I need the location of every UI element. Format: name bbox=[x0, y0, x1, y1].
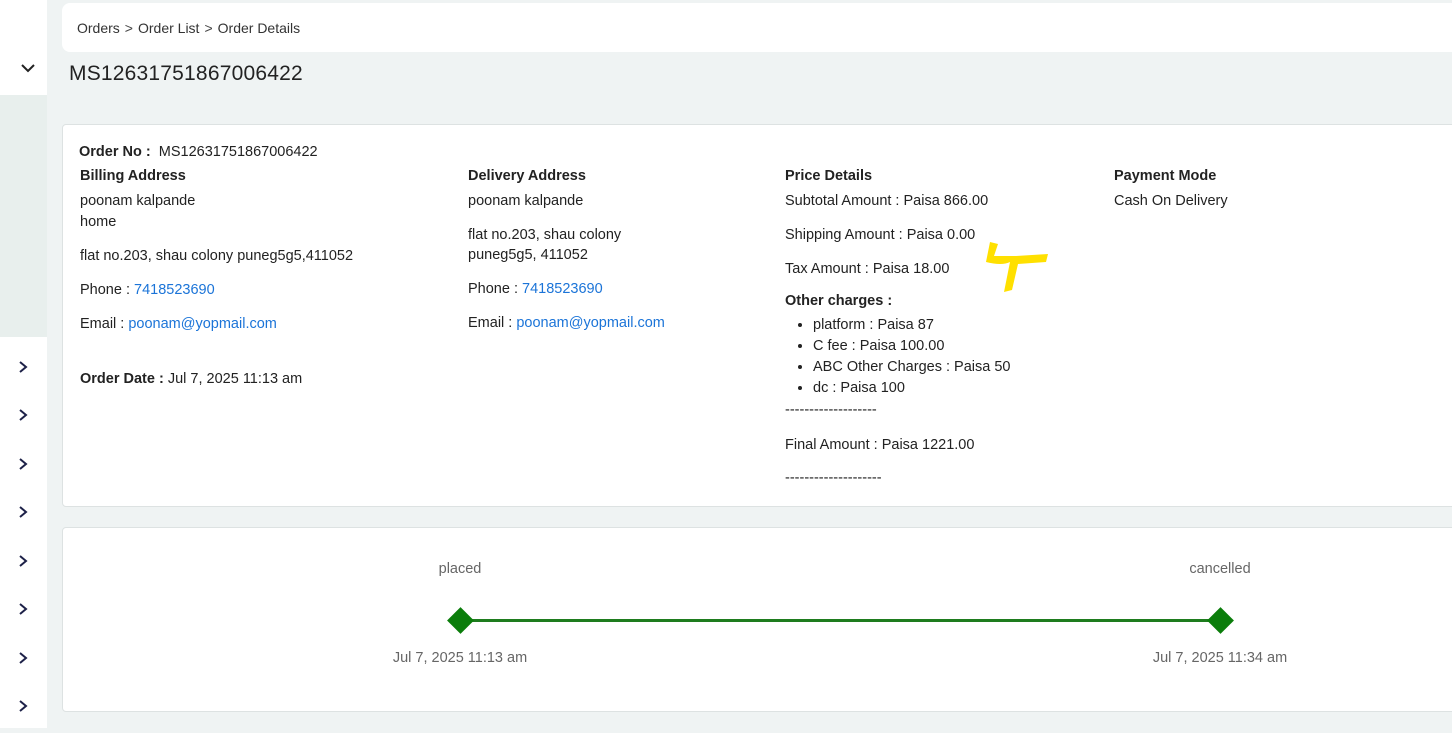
billing-email-row: Email : poonam@yopmail.com bbox=[80, 314, 277, 334]
page-title: MS12631751867006422 bbox=[69, 62, 303, 86]
billing-email-label: Email : bbox=[80, 316, 124, 332]
sidebar-item[interactable] bbox=[0, 588, 47, 637]
sidebar-item[interactable] bbox=[0, 636, 47, 685]
delivery-name: poonam kalpande bbox=[468, 191, 583, 211]
chevron-right-icon bbox=[16, 360, 30, 379]
final-amount: Final Amount : Paisa 1221.00 bbox=[785, 435, 974, 455]
delivery-address-line1: flat no.203, shau colony bbox=[468, 225, 621, 245]
billing-phone-link[interactable]: 7418523690 bbox=[134, 282, 215, 298]
chevron-right-icon bbox=[16, 505, 30, 524]
other-charges-heading: Other charges : bbox=[785, 291, 892, 311]
sidebar bbox=[0, 0, 47, 728]
billing-phone-row: Phone : 7418523690 bbox=[80, 280, 215, 300]
order-no-value: MS12631751867006422 bbox=[159, 144, 318, 160]
order-no-row: Order No : MS12631751867006422 bbox=[79, 142, 318, 162]
list-item: C fee : Paisa 100.00 bbox=[813, 336, 1010, 357]
timeline-line bbox=[460, 619, 1220, 622]
delivery-email-label: Email : bbox=[468, 315, 512, 331]
timeline-status-cancelled: cancelled bbox=[1189, 561, 1250, 577]
sidebar-item[interactable] bbox=[0, 442, 47, 491]
delivery-phone-label: Phone : bbox=[468, 281, 518, 297]
order-date-value: Jul 7, 2025 11:13 am bbox=[168, 371, 302, 387]
price-divider: -------------------- bbox=[785, 468, 882, 488]
breadcrumb-separator: > bbox=[204, 20, 212, 36]
billing-heading: Billing Address bbox=[80, 166, 186, 186]
shipping-amount: Shipping Amount : Paisa 0.00 bbox=[785, 225, 975, 245]
sidebar-item[interactable] bbox=[0, 394, 47, 443]
delivery-email-row: Email : poonam@yopmail.com bbox=[468, 313, 665, 333]
sidebar-item[interactable] bbox=[0, 539, 47, 588]
breadcrumb-orders[interactable]: Orders bbox=[77, 20, 120, 36]
timeline-date-cancelled: Jul 7, 2025 11:34 am bbox=[1153, 650, 1287, 666]
billing-name: poonam kalpande bbox=[80, 191, 195, 211]
timeline-date-placed: Jul 7, 2025 11:13 am bbox=[393, 650, 527, 666]
billing-tag: home bbox=[80, 212, 116, 232]
payment-heading: Payment Mode bbox=[1114, 166, 1216, 186]
tax-amount: Tax Amount : Paisa 18.00 bbox=[785, 259, 949, 279]
chevron-down-icon[interactable] bbox=[18, 58, 38, 78]
sidebar-item[interactable] bbox=[0, 345, 47, 394]
timeline-node-cancelled bbox=[1207, 607, 1234, 634]
chevron-right-icon bbox=[16, 602, 30, 621]
chevron-right-icon bbox=[16, 554, 30, 573]
payment-mode: Cash On Delivery bbox=[1114, 191, 1228, 211]
breadcrumb-order-list[interactable]: Order List bbox=[138, 20, 199, 36]
breadcrumb-order-details: Order Details bbox=[218, 20, 300, 36]
billing-email-link[interactable]: poonam@yopmail.com bbox=[128, 316, 277, 332]
chevron-right-icon bbox=[16, 699, 30, 718]
order-date-label: Order Date : bbox=[80, 371, 164, 387]
annotation-mark bbox=[982, 236, 1052, 298]
breadcrumb-separator: > bbox=[125, 20, 133, 36]
sidebar-item[interactable] bbox=[0, 685, 47, 733]
chevron-right-icon bbox=[16, 457, 30, 476]
delivery-heading: Delivery Address bbox=[468, 166, 586, 186]
delivery-address-line2: puneg5g5, 411052 bbox=[468, 245, 588, 265]
billing-phone-label: Phone : bbox=[80, 282, 130, 298]
price-heading: Price Details bbox=[785, 166, 872, 186]
breadcrumb: Orders > Order List > Order Details bbox=[62, 3, 1452, 52]
chevron-right-icon bbox=[16, 408, 30, 427]
chevron-right-icon bbox=[16, 651, 30, 670]
timeline-node-placed bbox=[447, 607, 474, 634]
timeline-status-placed: placed bbox=[439, 561, 482, 577]
billing-address: flat no.203, shau colony puneg5g5,411052 bbox=[80, 246, 353, 266]
order-timeline-card: placed cancelled Jul 7, 2025 11:13 am Ju… bbox=[62, 527, 1452, 712]
list-item: platform : Paisa 87 bbox=[813, 315, 1010, 336]
delivery-email-link[interactable]: poonam@yopmail.com bbox=[516, 315, 665, 331]
delivery-phone-link[interactable]: 7418523690 bbox=[522, 281, 603, 297]
order-date-row: Order Date : Jul 7, 2025 11:13 am bbox=[80, 369, 302, 389]
list-item: dc : Paisa 100 bbox=[813, 378, 1010, 399]
sidebar-expanded-panel bbox=[0, 95, 47, 337]
delivery-phone-row: Phone : 7418523690 bbox=[468, 279, 603, 299]
list-item: ABC Other Charges : Paisa 50 bbox=[813, 357, 1010, 378]
order-details-card: Order No : MS12631751867006422 Billing A… bbox=[62, 124, 1452, 507]
sidebar-item[interactable] bbox=[0, 491, 47, 540]
order-no-label: Order No : bbox=[79, 144, 151, 160]
subtotal-amount: Subtotal Amount : Paisa 866.00 bbox=[785, 191, 988, 211]
other-charges-list: platform : Paisa 87 C fee : Paisa 100.00… bbox=[785, 315, 1010, 399]
sidebar-nav bbox=[0, 345, 47, 733]
price-divider: ------------------- bbox=[785, 400, 877, 420]
